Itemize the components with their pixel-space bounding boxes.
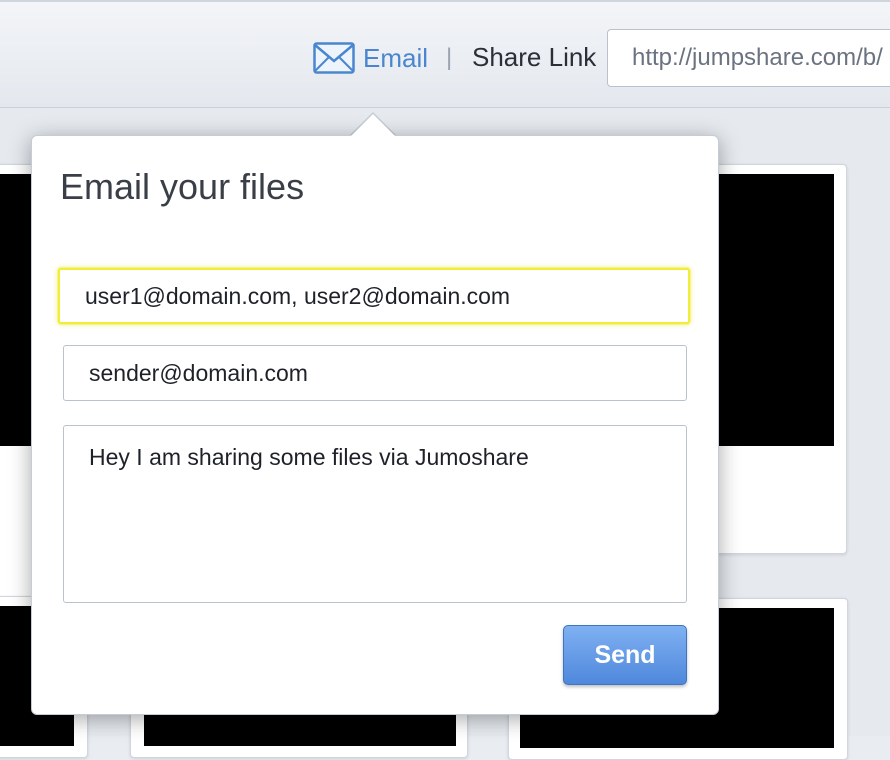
file-thumbnail[interactable] bbox=[0, 174, 34, 446]
email-link-label: Email bbox=[363, 42, 429, 73]
share-link-label: Share Link bbox=[472, 42, 597, 72]
popover-caret-fill bbox=[350, 114, 396, 137]
share-link-input[interactable] bbox=[607, 29, 890, 87]
popover-title: Email your files bbox=[60, 166, 305, 207]
file-thumbnail[interactable] bbox=[712, 174, 834, 446]
top-toolbar: Email | Share Link bbox=[0, 0, 890, 108]
email-files-popover: Email your files Hey I am sharing some f… bbox=[31, 135, 719, 715]
sender-email-input[interactable] bbox=[63, 345, 687, 401]
email-share-link[interactable]: Email bbox=[313, 40, 428, 76]
message-textarea[interactable]: Hey I am sharing some files via Jumoshar… bbox=[63, 425, 687, 603]
recipients-input[interactable] bbox=[58, 268, 690, 324]
toolbar-separator: | bbox=[446, 44, 453, 71]
send-button[interactable]: Send bbox=[563, 625, 687, 685]
envelope-icon bbox=[313, 42, 355, 74]
